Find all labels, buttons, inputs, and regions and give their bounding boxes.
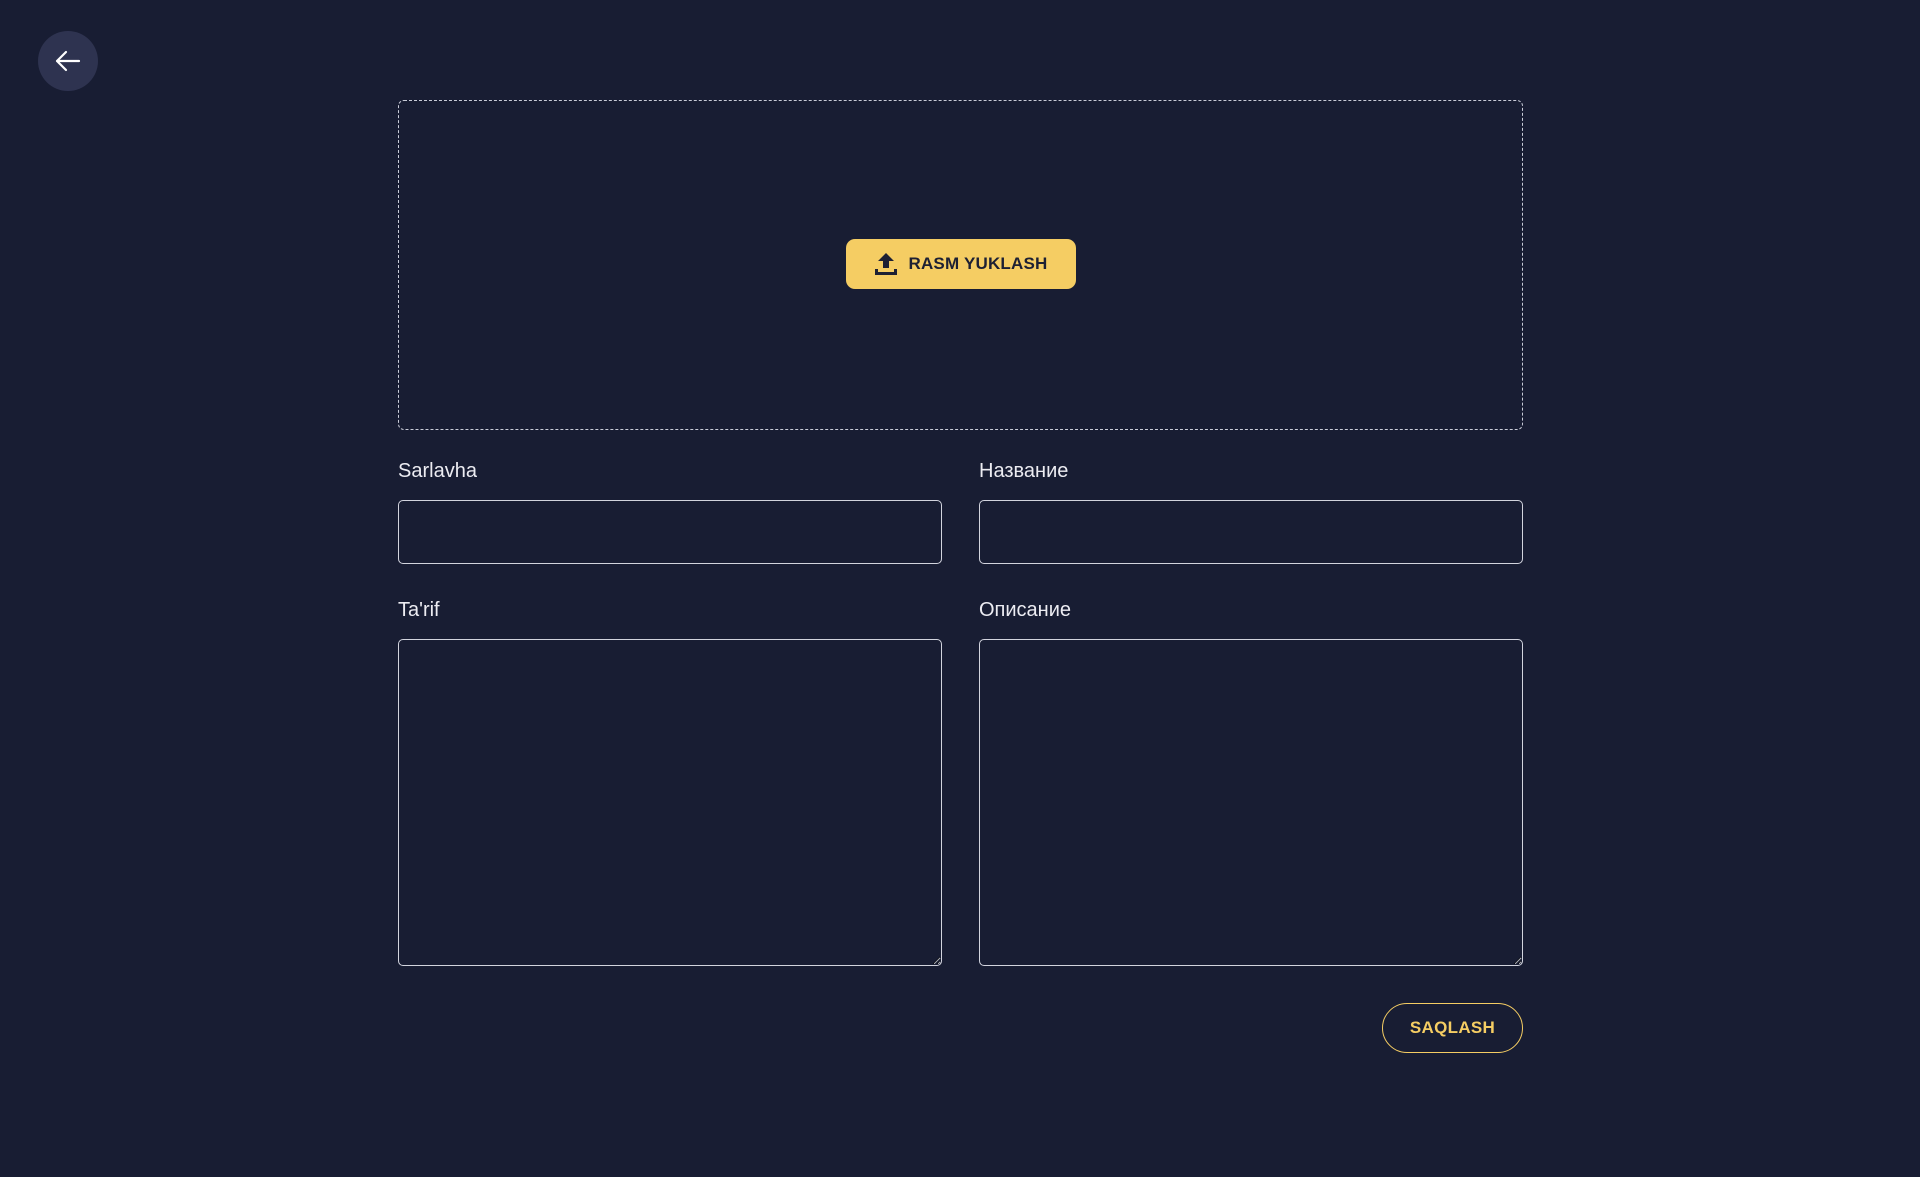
upload-image-button[interactable]: RASM YUKLASH — [845, 239, 1076, 289]
arrow-left-icon — [55, 50, 81, 72]
image-upload-dropzone[interactable]: RASM YUKLASH — [398, 100, 1523, 430]
description-ru-label: Описание — [979, 599, 1072, 621]
title-uz-label: Sarlavha — [398, 460, 477, 482]
upload-icon — [873, 251, 899, 277]
upload-button-label: RASM YUKLASH — [908, 254, 1048, 273]
description-uz-label: Ta'rif — [398, 599, 440, 621]
save-button[interactable]: SAQLASH — [1382, 1003, 1523, 1053]
title-uz-input[interactable] — [398, 500, 942, 564]
back-button[interactable] — [38, 31, 98, 91]
title-ru-label: Название — [979, 460, 1069, 482]
description-uz-textarea[interactable] — [398, 639, 942, 966]
title-ru-input[interactable] — [979, 500, 1523, 564]
description-ru-textarea[interactable] — [979, 639, 1523, 966]
